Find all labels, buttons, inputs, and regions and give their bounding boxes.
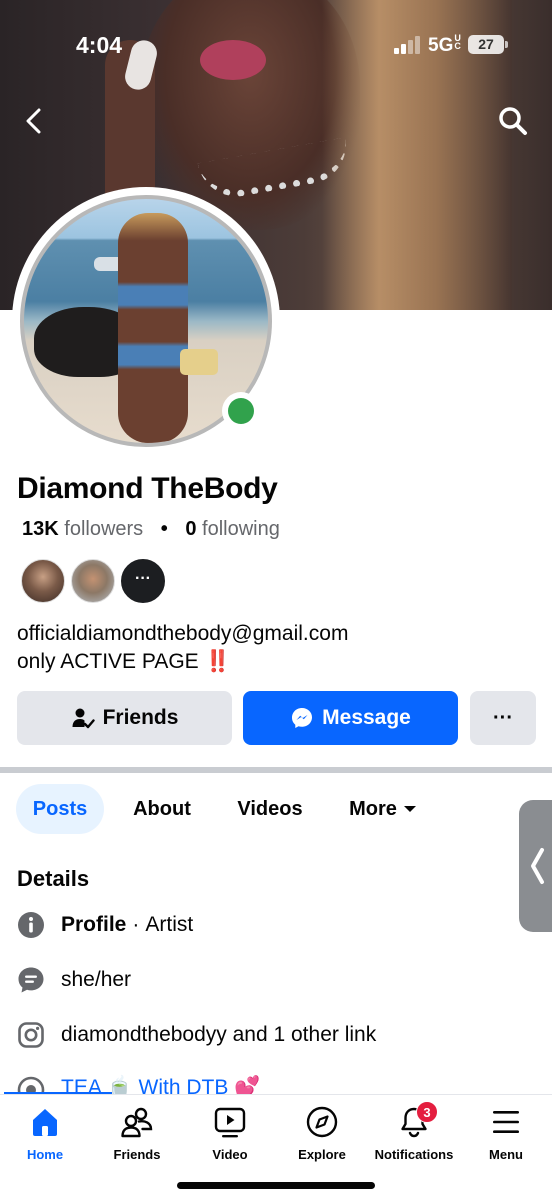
home-icon bbox=[33, 1109, 57, 1136]
detail-links[interactable]: diamondthebodyy and 1 other link bbox=[17, 1020, 376, 1050]
detail-pronouns-value: she/her bbox=[61, 968, 132, 991]
messenger-icon bbox=[292, 708, 313, 728]
detail-links-value[interactable]: diamondthebodyy and 1 other link bbox=[61, 1023, 376, 1047]
explore-icon bbox=[306, 1106, 338, 1138]
status-time: 4:04 bbox=[76, 32, 123, 58]
nav-video[interactable]: Video bbox=[180, 1105, 280, 1162]
tab-more-label: More bbox=[349, 797, 397, 820]
tab-more[interactable]: More bbox=[340, 784, 426, 834]
nav-menu-label: Menu bbox=[489, 1147, 523, 1162]
nav-notifications[interactable]: 3 Notifications bbox=[364, 1101, 464, 1162]
friend-check-icon bbox=[72, 708, 95, 729]
caret-down-icon bbox=[403, 806, 416, 812]
detail-partial-link[interactable]: TEA 🍵 With DTB 💕 bbox=[17, 1072, 260, 1094]
detail-profile-category: Profile · Artist bbox=[17, 910, 193, 940]
nav-friends-label: Friends bbox=[113, 1147, 161, 1162]
detail-separator: · bbox=[132, 913, 140, 936]
nav-home-label: Home bbox=[26, 1147, 64, 1162]
bio-line: only ACTIVE PAGE ‼️ bbox=[17, 650, 231, 673]
status-bar: 4:04 5GUC 27 bbox=[0, 0, 552, 90]
double-exclamation-emoji: ‼️ bbox=[204, 650, 231, 673]
tab-posts[interactable]: Posts bbox=[16, 784, 104, 834]
section-divider bbox=[0, 767, 552, 773]
video-icon bbox=[214, 1107, 246, 1138]
mutual-friend-avatar[interactable] bbox=[71, 559, 115, 603]
battery-icon: 27 bbox=[468, 35, 508, 54]
nav-explore[interactable]: Explore bbox=[272, 1105, 372, 1162]
profile-name: Diamond TheBody bbox=[17, 472, 278, 505]
following-label[interactable]: following bbox=[202, 518, 280, 540]
profile-stats: 13K followers • 0 following bbox=[22, 518, 280, 541]
network-label: 5GUC bbox=[428, 33, 461, 57]
search-icon bbox=[499, 107, 527, 135]
search-button[interactable] bbox=[496, 104, 530, 138]
detail-profile-category-value: Artist bbox=[145, 913, 194, 936]
message-button[interactable]: Message bbox=[243, 691, 458, 745]
following-count[interactable]: 0 bbox=[185, 518, 196, 540]
friends-icon bbox=[121, 1107, 153, 1138]
stats-separator: • bbox=[160, 518, 168, 540]
followers-count[interactable]: 13K bbox=[22, 518, 59, 540]
side-panel-handle[interactable] bbox=[519, 800, 552, 932]
info-icon bbox=[18, 912, 44, 938]
tab-videos[interactable]: Videos bbox=[224, 784, 316, 834]
chat-bubble-icon bbox=[18, 967, 44, 993]
more-actions-button[interactable]: ··· bbox=[470, 691, 536, 745]
details-heading: Details bbox=[17, 866, 90, 891]
mutual-friend-avatar[interactable] bbox=[21, 559, 65, 603]
detail-profile-label: Profile bbox=[61, 913, 127, 936]
chevron-left-icon bbox=[531, 848, 544, 884]
nav-friends[interactable]: Friends bbox=[87, 1105, 187, 1162]
nav-home[interactable]: Home bbox=[0, 1105, 95, 1162]
followers-label[interactable]: followers bbox=[64, 518, 143, 540]
avatar-handbag bbox=[180, 349, 218, 375]
network-suffix: UC bbox=[454, 33, 461, 51]
signal-icon bbox=[394, 36, 424, 54]
nav-menu[interactable]: Menu bbox=[456, 1105, 552, 1162]
menu-icon bbox=[493, 1111, 519, 1133]
friends-button[interactable]: Friends bbox=[17, 691, 232, 745]
nav-video-label: Video bbox=[212, 1147, 248, 1162]
friends-button-label: Friends bbox=[102, 706, 179, 729]
mutual-friends-more-button[interactable]: ··· bbox=[121, 559, 165, 603]
instagram-icon bbox=[18, 1022, 44, 1048]
bio-email[interactable]: officialdiamondthebody@gmail.com bbox=[17, 620, 348, 648]
home-indicator bbox=[177, 1182, 375, 1189]
nav-notifications-label: Notifications bbox=[374, 1147, 454, 1162]
online-status-dot bbox=[222, 392, 260, 430]
detail-pronouns: she/her bbox=[17, 965, 131, 995]
message-button-label: Message bbox=[322, 706, 411, 729]
tab-about[interactable]: About bbox=[120, 784, 204, 834]
profile-bio: officialdiamondthebody@gmail.com only AC… bbox=[17, 620, 348, 676]
back-button[interactable] bbox=[18, 104, 52, 138]
avatar-person bbox=[118, 213, 188, 443]
notification-badge: 3 bbox=[416, 1101, 438, 1123]
back-arrow-icon bbox=[26, 108, 41, 134]
nav-explore-label: Explore bbox=[298, 1147, 346, 1162]
